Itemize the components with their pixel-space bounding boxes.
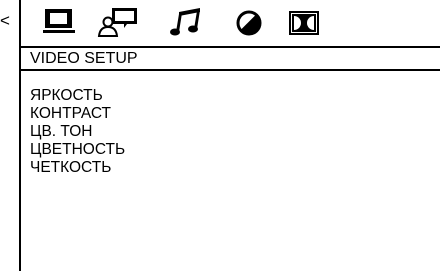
dolby-icon[interactable] [289,7,319,37]
title-divider [21,69,440,71]
video-settings-menu: ЯРКОСТЬ КОНТРАСТ ЦВ. ТОН ЦВЕТНОСТЬ ЧЕТКО… [30,87,125,177]
menu-item-contrast[interactable]: КОНТРАСТ [30,105,125,123]
video-setup-panel: VIDEO SETUP ЯРКОСТЬ КОНТРАСТ ЦВ. ТОН ЦВЕ… [19,0,440,271]
speaker-person-icon[interactable] [97,7,141,37]
monitor-icon[interactable] [43,7,75,37]
menu-item-brightness[interactable]: ЯРКОСТЬ [30,87,125,105]
left-edge-mark: < [0,11,10,30]
circle-slash-icon[interactable] [234,7,264,37]
menu-item-sharpness[interactable]: ЧЕТКОСТЬ [30,159,125,177]
page-title: VIDEO SETUP [30,50,138,67]
menu-item-hue[interactable]: ЦВ. ТОН [30,123,125,141]
menu-item-saturation[interactable]: ЦВЕТНОСТЬ [30,141,125,159]
music-note-icon[interactable] [170,7,202,37]
setup-icon-bar [21,0,440,48]
